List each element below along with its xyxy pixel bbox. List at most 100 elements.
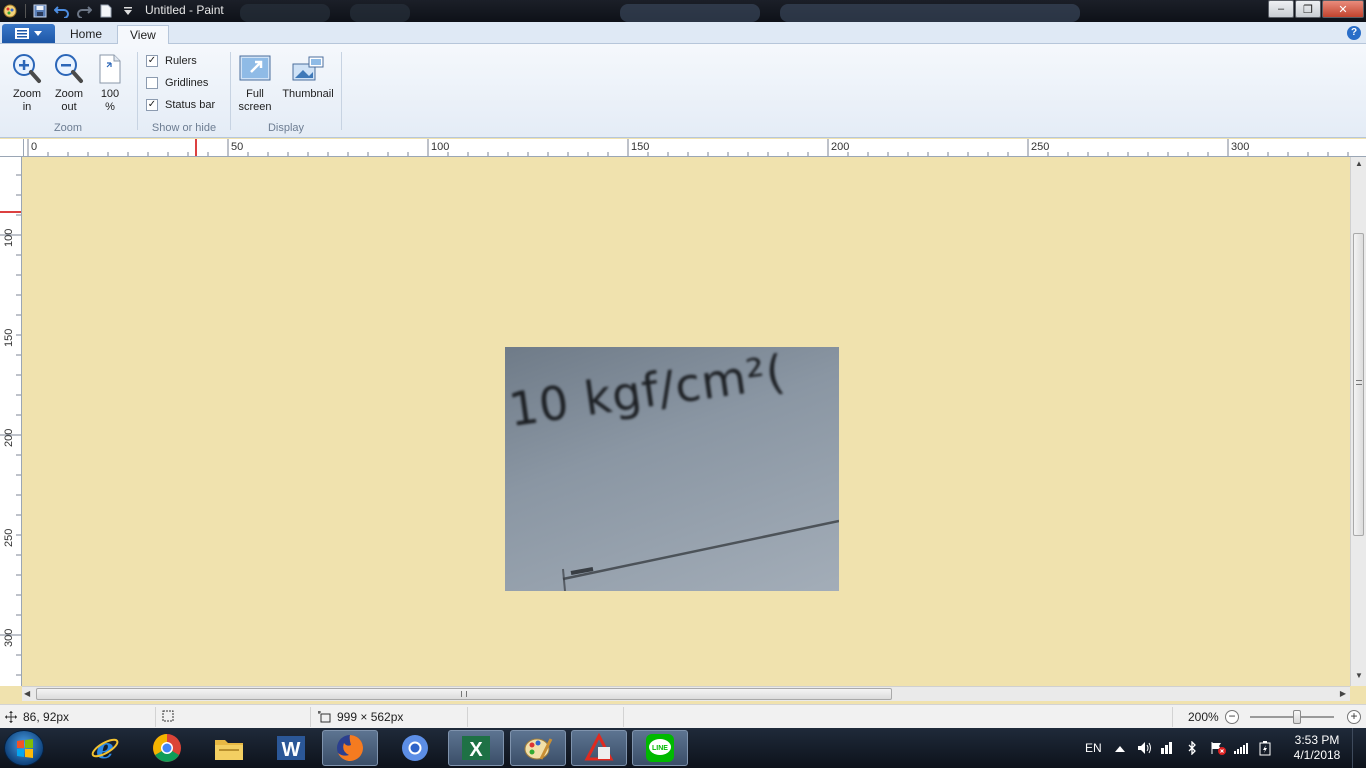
- show-or-hide-group: ✓ Rulers Gridlines ✓ Status bar Show or …: [138, 50, 230, 136]
- signal-bars-icon: [1234, 743, 1248, 754]
- taskbar-acrobat[interactable]: [571, 730, 627, 766]
- acrobat-icon: [584, 733, 614, 761]
- taskbar-firefox[interactable]: [322, 730, 378, 766]
- taskbar-file-explorer[interactable]: [201, 730, 257, 766]
- zoom-group-label: Zoom: [53, 122, 83, 134]
- zoom-in-status-button[interactable]: +: [1347, 710, 1361, 724]
- status-bar-check[interactable]: ✓: [146, 99, 158, 111]
- vertical-scrollbar[interactable]: ▲ ▼: [1350, 157, 1366, 686]
- start-button[interactable]: [4, 730, 44, 766]
- qat-separator: [22, 2, 28, 20]
- action-center-flag-icon: [1211, 742, 1226, 755]
- vertical-ruler-ticks: 100 150 200 250 300: [0, 174, 21, 676]
- maximize-button[interactable]: ❐: [1295, 0, 1321, 18]
- new-document-icon[interactable]: [96, 2, 116, 20]
- help-icon[interactable]: ?: [1347, 26, 1361, 40]
- taskbar-clock[interactable]: 3:53 PM 4/1/2018: [1290, 733, 1344, 763]
- action-center-tray[interactable]: [1210, 728, 1226, 768]
- tab-view[interactable]: View: [117, 25, 169, 45]
- thumbnail-icon: [288, 52, 328, 86]
- scroll-right-arrow-icon[interactable]: ▶: [1340, 689, 1346, 698]
- zoom-out-label-1: Zoom: [54, 88, 84, 100]
- ruler-label: 250: [3, 529, 15, 547]
- windows-logo-icon: [17, 739, 33, 758]
- background-blur: [240, 4, 330, 22]
- zoom-in-label-2: in: [22, 101, 32, 113]
- zoom-100-button[interactable]: 100 %: [92, 52, 128, 114]
- clock-date: 4/1/2018: [1293, 748, 1341, 762]
- taskbar-excel[interactable]: X: [448, 730, 504, 766]
- display-group-label: Display: [267, 122, 305, 134]
- status-bar-checkbox[interactable]: ✓ Status bar: [146, 96, 215, 114]
- firefox-icon: [337, 735, 363, 761]
- horizontal-scroll-thumb[interactable]: [36, 688, 892, 700]
- vertical-ruler: 100 150 200 250 300: [0, 157, 22, 686]
- rulers-checkbox[interactable]: ✓ Rulers: [146, 52, 197, 70]
- taskbar-chrome[interactable]: [139, 730, 195, 766]
- taskbar-line[interactable]: LINE: [632, 730, 688, 766]
- full-screen-button[interactable]: Full screen: [235, 52, 275, 114]
- undo-icon[interactable]: [52, 2, 72, 20]
- show-desktop-button[interactable]: [1352, 728, 1366, 768]
- paint-menu-button[interactable]: [2, 24, 55, 43]
- redo-icon[interactable]: [74, 2, 94, 20]
- vertical-scroll-thumb[interactable]: [1353, 233, 1364, 536]
- network-activity-tray[interactable]: [1160, 728, 1174, 768]
- taskbar-chromium[interactable]: [387, 730, 443, 766]
- ruler-label: 150: [3, 329, 15, 347]
- chevron-up-icon: [1115, 746, 1125, 752]
- ruler-label: 300: [3, 629, 15, 647]
- paint-app-icon[interactable]: [0, 2, 20, 20]
- svg-text:W: W: [282, 739, 301, 761]
- ribbon-tabs: Home View ?: [0, 22, 1366, 45]
- zoom-group: Zoom in Zoom out 100 % Zoom: [0, 50, 136, 136]
- zoom-slider-thumb[interactable]: [1293, 710, 1301, 724]
- zoom-out-label-2: out: [61, 101, 77, 113]
- canvas-image[interactable]: 10 kgf/cm²(: [505, 347, 839, 591]
- taskbar-internet-explorer[interactable]: e: [77, 730, 133, 766]
- zoom-100-label-1: 100: [100, 88, 120, 100]
- language-indicator[interactable]: EN: [1085, 728, 1102, 768]
- volume-tray[interactable]: [1137, 728, 1153, 768]
- tab-home[interactable]: Home: [58, 25, 114, 45]
- wifi-tray[interactable]: [1233, 728, 1249, 768]
- zoom-out-button[interactable]: Zoom out: [50, 52, 88, 114]
- save-icon[interactable]: [30, 2, 50, 20]
- selection-icon: [162, 710, 174, 722]
- gridlines-checkbox[interactable]: Gridlines: [146, 74, 208, 92]
- minimize-button[interactable]: –: [1268, 0, 1294, 18]
- scroll-down-arrow-icon[interactable]: ▼: [1355, 671, 1363, 680]
- zoom-out-status-button[interactable]: −: [1225, 710, 1239, 724]
- group-separator: [341, 52, 342, 130]
- bluetooth-tray[interactable]: [1187, 728, 1197, 768]
- gridlines-check[interactable]: [146, 77, 158, 89]
- taskbar: e W X LINE EN 3:53 PM 4/1/2018: [0, 728, 1366, 768]
- scroll-left-arrow-icon[interactable]: ◀: [24, 689, 30, 698]
- zoom-slider-track[interactable]: [1250, 716, 1334, 718]
- power-tray[interactable]: [1258, 728, 1272, 768]
- zoom-in-button[interactable]: Zoom in: [8, 52, 46, 114]
- svg-text:e: e: [96, 733, 114, 763]
- image-size-icon: [318, 711, 331, 723]
- grip-icon: [1356, 380, 1362, 385]
- ruler-label: 250: [1031, 141, 1049, 153]
- svg-text:X: X: [469, 739, 483, 761]
- rulers-check[interactable]: ✓: [146, 55, 158, 67]
- status-separator: [623, 707, 624, 727]
- image-size: 999 × 562px: [318, 710, 403, 724]
- horizontal-scrollbar[interactable]: ◀ ▶: [22, 686, 1350, 701]
- ruler-label: 50: [231, 141, 243, 153]
- close-button[interactable]: ✕: [1322, 0, 1364, 18]
- taskbar-paint[interactable]: [510, 730, 566, 766]
- status-separator: [155, 707, 156, 727]
- show-hidden-icons[interactable]: [1115, 728, 1125, 768]
- thumbnail-button[interactable]: Thumbnail: [277, 52, 339, 101]
- taskbar-word[interactable]: W: [263, 730, 319, 766]
- canvas-workspace[interactable]: 10 kgf/cm²(: [23, 158, 1350, 685]
- full-screen-label-1: Full: [246, 88, 264, 100]
- scroll-up-arrow-icon[interactable]: ▲: [1355, 159, 1363, 168]
- clock-time: 3:53 PM: [1294, 733, 1340, 747]
- zoom-in-icon: [11, 52, 43, 86]
- grip-icon: [461, 691, 467, 697]
- customize-qat-dropdown-icon[interactable]: [118, 2, 138, 20]
